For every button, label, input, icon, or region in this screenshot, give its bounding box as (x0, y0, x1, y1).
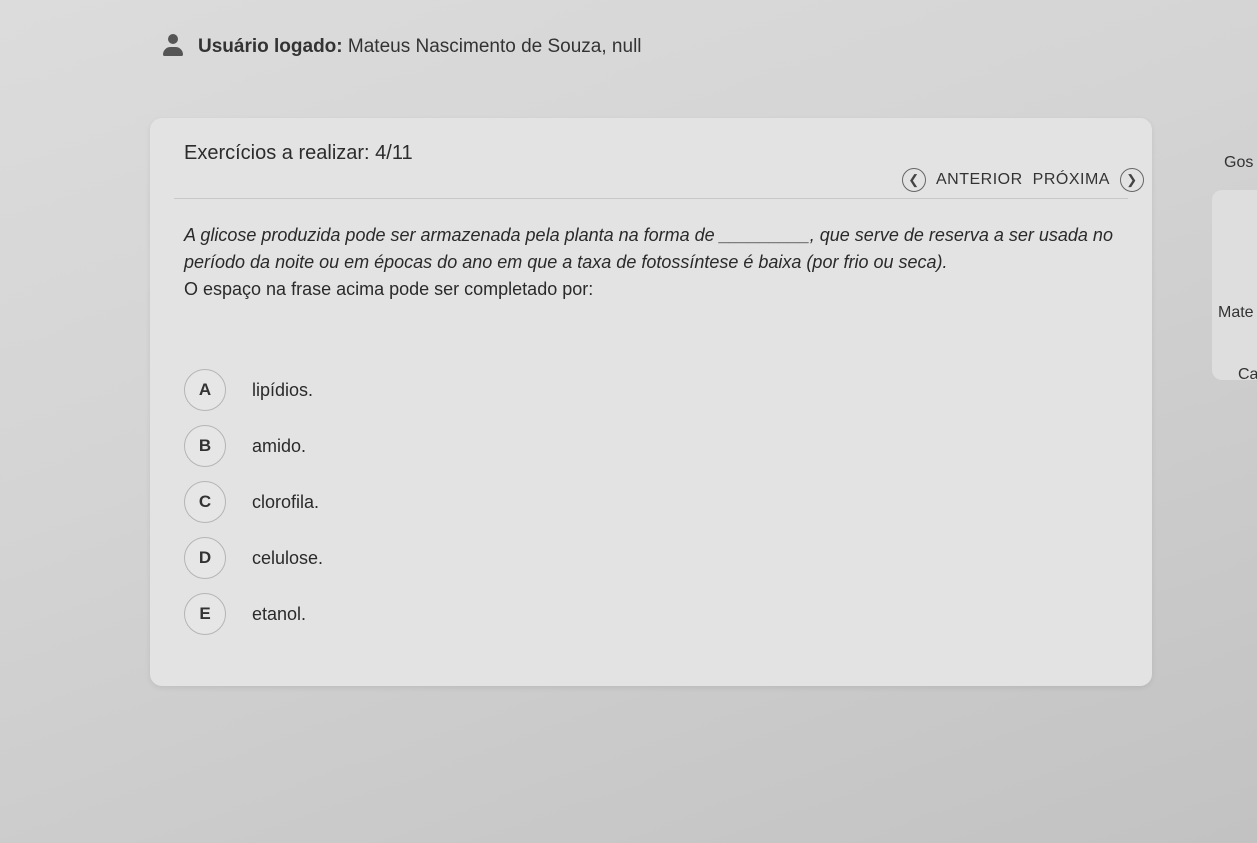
option-letter[interactable]: D (184, 537, 226, 579)
side-label-bottom[interactable]: Ca (1238, 366, 1257, 384)
user-name: Mateus Nascimento de Souza, null (347, 36, 642, 57)
question-statement: A glicose produzida pode ser armazenada … (184, 225, 1113, 272)
option-a[interactable]: A lipídios. (184, 364, 323, 416)
option-text[interactable]: clorofila. (252, 492, 319, 513)
user-bar: Usuário logado: Mateus Nascimento de Sou… (160, 34, 642, 60)
exercise-title: Exercícios a realizar: 4/11 (184, 142, 413, 164)
previous-button[interactable]: ANTERIOR (936, 171, 1023, 189)
option-letter[interactable]: E (184, 593, 226, 635)
chevron-left-icon[interactable]: ❮ (902, 168, 926, 192)
option-letter[interactable]: C (184, 481, 226, 523)
user-label: Usuário logado: (198, 36, 343, 57)
side-panel (1212, 190, 1257, 380)
divider (174, 198, 1128, 199)
option-text[interactable]: lipídios. (252, 380, 313, 401)
question-prompt: O espaço na frase acima pode ser complet… (184, 279, 594, 299)
option-letter[interactable]: A (184, 369, 226, 411)
question-nav: ❮ ANTERIOR PRÓXIMA ❯ (902, 168, 1144, 192)
chevron-right-icon[interactable]: ❯ (1119, 168, 1144, 192)
option-text[interactable]: amido. (252, 436, 306, 457)
side-label-top: Gos (1224, 154, 1254, 171)
option-letter[interactable]: B (184, 425, 226, 467)
logged-user-text: Usuário logado: Mateus Nascimento de Sou… (198, 36, 642, 58)
option-c[interactable]: C clorofila. (184, 476, 323, 528)
option-d[interactable]: D celulose. (184, 532, 323, 584)
option-e[interactable]: E etanol. (184, 588, 323, 640)
option-b[interactable]: B amido. (184, 420, 323, 472)
exercise-card: Exercícios a realizar: 4/11 ❮ ANTERIOR P… (150, 118, 1152, 686)
question-text: A glicose produzida pode ser armazenada … (184, 222, 1144, 303)
option-text[interactable]: celulose. (252, 548, 323, 569)
option-text[interactable]: etanol. (252, 604, 306, 625)
answer-options: A lipídios. B amido. C clorofila. D celu… (184, 364, 323, 644)
next-button[interactable]: PRÓXIMA (1033, 171, 1110, 189)
user-icon (160, 34, 186, 60)
side-label-mid: Mate (1218, 304, 1254, 321)
